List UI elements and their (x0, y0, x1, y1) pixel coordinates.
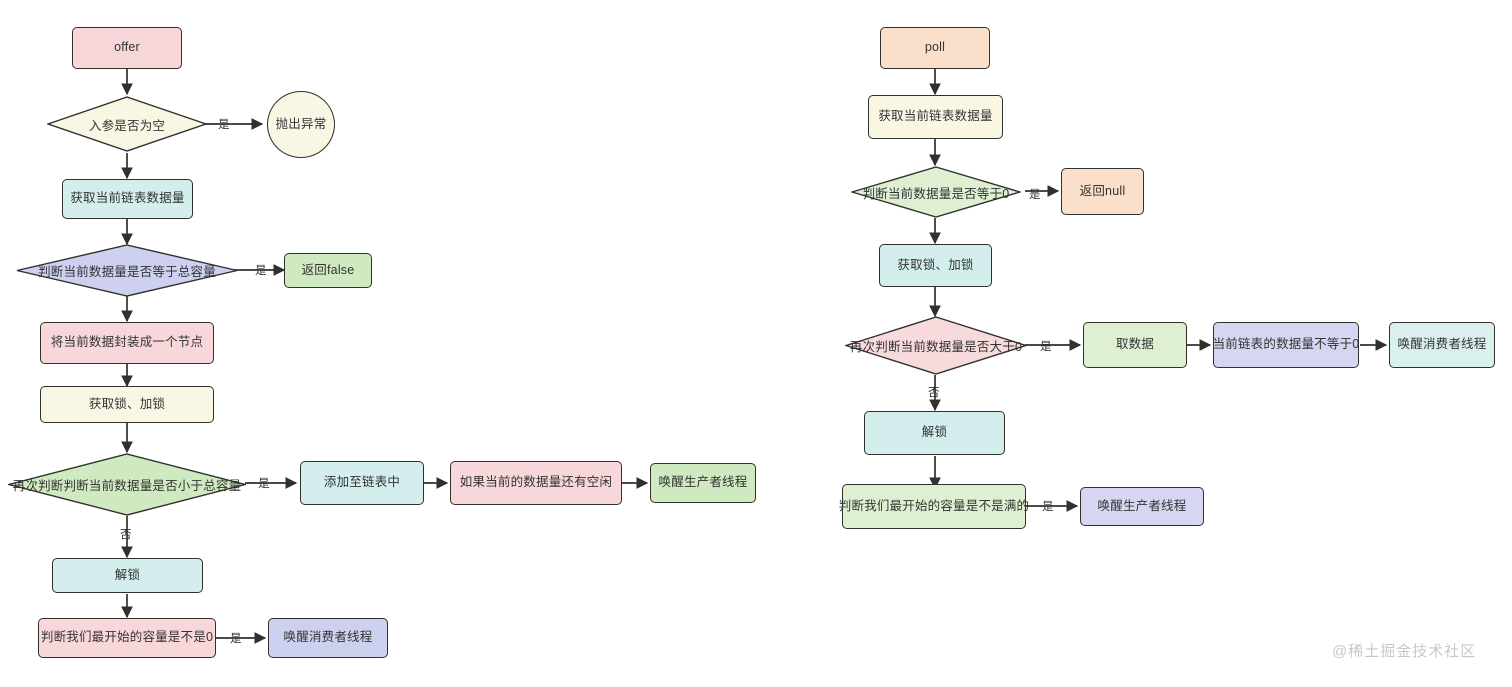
node-wake-consumer-right[interactable]: 唤醒消费者线程 (1389, 322, 1495, 368)
node-wake-consumer[interactable]: 唤醒消费者线程 (268, 618, 388, 658)
node-label: offer (114, 40, 140, 55)
node-count-eq-capacity[interactable]: 判断当前数据量是否等于总容量 (16, 244, 238, 297)
node-has-free-space[interactable]: 如果当前的数据量还有空闲 (450, 461, 622, 505)
node-label: 判断我们最开始的容量是不是满的 (838, 498, 1030, 513)
node-label: 唤醒消费者线程 (1397, 337, 1487, 352)
node-label: 再次判断判断当前数据量是否小于总容量 (12, 479, 242, 493)
edge-label-yes-param-null: 是 (218, 119, 230, 131)
node-label: 将当前数据封装成一个节点 (50, 335, 204, 350)
node-label: 判断当前数据量是否等于0 (862, 186, 1010, 201)
node-label: 入参是否为空 (88, 118, 166, 133)
edge-label-no-lt-capacity: 否 (120, 529, 132, 541)
node-offer[interactable]: offer (72, 27, 182, 69)
node-label: 取数据 (1115, 337, 1155, 352)
node-label: 唤醒消费者线程 (283, 630, 373, 645)
node-unlock-right[interactable]: 解锁 (864, 411, 1005, 455)
node-is-param-null[interactable]: 入参是否为空 (47, 96, 207, 152)
node-label: 抛出异常 (275, 116, 327, 131)
node-return-false[interactable]: 返回false (284, 253, 372, 288)
edge-label-yes-lt-capacity: 是 (258, 478, 270, 490)
node-get-count-right[interactable]: 获取当前链表数据量 (868, 95, 1003, 139)
watermark: @稀土掘金技术社区 (1332, 643, 1477, 660)
node-label: 再次判断当前数据量是否大于0 (849, 340, 1023, 354)
edge-label-yes-initial-full: 是 (1042, 501, 1054, 513)
flowchart-canvas: offer 入参是否为空 抛出异常 获取当前链表数据量 判断当前数据量是否等于总… (0, 0, 1512, 687)
node-label: 获取当前链表数据量 (878, 109, 993, 124)
node-return-null[interactable]: 返回null (1061, 168, 1144, 215)
node-throw-exception[interactable]: 抛出异常 (267, 91, 335, 158)
edge-label-yes-gt-zero: 是 (1040, 341, 1052, 353)
node-label: 判断当前数据量是否等于总容量 (38, 265, 216, 279)
node-wake-producer[interactable]: 唤醒生产者线程 (650, 463, 756, 503)
node-label: 当前链表的数据量不等于0 (1212, 337, 1360, 352)
edge-label-yes-initial-zero: 是 (230, 633, 242, 645)
node-label: 解锁 (114, 567, 141, 582)
node-label: 如果当前的数据量还有空闲 (459, 475, 613, 490)
node-recheck-lt-capacity[interactable]: 再次判断判断当前数据量是否小于总容量 (8, 453, 246, 516)
node-count-ne-zero[interactable]: 当前链表的数据量不等于0 (1213, 322, 1359, 368)
node-acquire-lock[interactable]: 获取锁、加锁 (40, 386, 214, 423)
node-get-count[interactable]: 获取当前链表数据量 (62, 179, 193, 219)
node-label: 唤醒生产者线程 (1097, 498, 1187, 513)
node-label: poll (924, 40, 946, 55)
node-count-eq-zero[interactable]: 判断当前数据量是否等于0 (851, 166, 1021, 218)
node-unlock[interactable]: 解锁 (52, 558, 203, 593)
node-label: 获取锁、加锁 (897, 257, 974, 272)
node-acquire-lock-right[interactable]: 获取锁、加锁 (879, 244, 992, 287)
node-label: 判断我们最开始的容量是不是0 (40, 630, 214, 645)
edge-label-yes-eq-capacity: 是 (255, 265, 267, 277)
node-label: 添加至链表中 (323, 475, 401, 490)
node-poll[interactable]: poll (880, 27, 990, 69)
node-recheck-gt-zero[interactable]: 再次判断当前数据量是否大于0 (845, 316, 1027, 375)
node-take-data[interactable]: 取数据 (1083, 322, 1187, 368)
node-append-list[interactable]: 添加至链表中 (300, 461, 424, 505)
node-label: 返回false (301, 262, 355, 277)
edge-label-no-gt-zero: 否 (928, 387, 940, 399)
node-label: 返回null (1079, 183, 1126, 198)
node-label: 解锁 (921, 425, 948, 440)
node-wrap-node[interactable]: 将当前数据封装成一个节点 (40, 322, 214, 364)
edge-label-yes-eq-zero: 是 (1029, 189, 1041, 201)
node-label: 获取锁、加锁 (88, 396, 166, 411)
node-initial-capacity-full[interactable]: 判断我们最开始的容量是不是满的 (839, 484, 1029, 529)
node-initial-capacity-zero[interactable]: 判断我们最开始的容量是不是0 (38, 618, 216, 658)
node-wake-producer-right[interactable]: 唤醒生产者线程 (1080, 487, 1204, 526)
node-label: 获取当前链表数据量 (70, 191, 185, 206)
node-label: 唤醒生产者线程 (658, 475, 748, 490)
